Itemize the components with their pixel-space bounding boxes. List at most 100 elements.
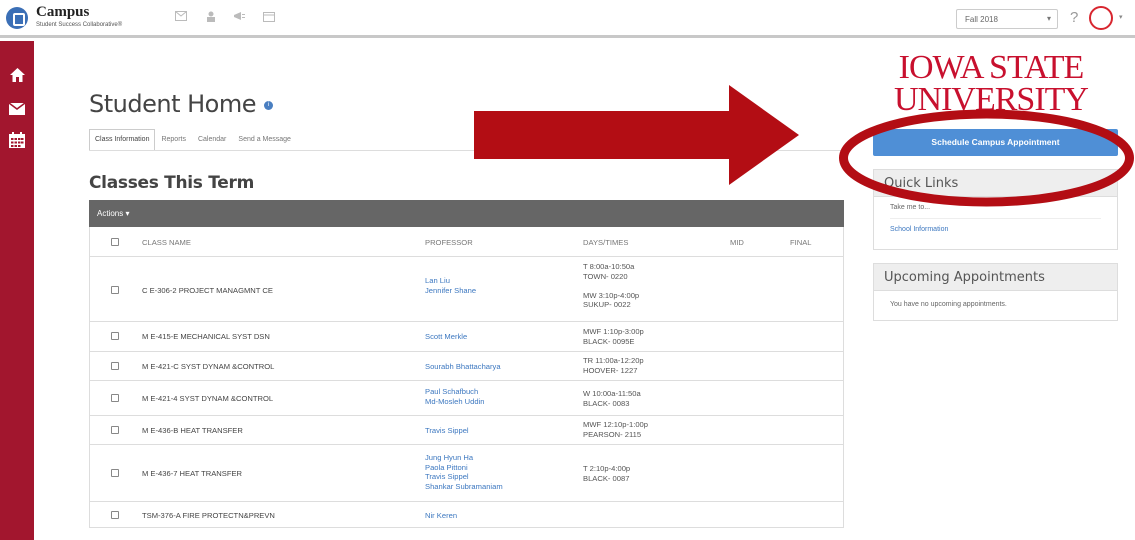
table-row[interactable]: TSM-376-A FIRE PROTECTN&PREVN Nir Keren: [90, 502, 843, 528]
professor-link[interactable]: Travis Sippel: [425, 426, 469, 436]
annotation-ellipse: [839, 109, 1134, 207]
mail-icon[interactable]: [8, 100, 26, 118]
days-times: T 2:10p-4:00p BLACK- 0087: [583, 464, 630, 483]
professor-link[interactable]: Shankar Subramaniam: [425, 482, 503, 492]
professor-link[interactable]: Md-Mosleh Uddin: [425, 397, 485, 407]
tab-class-information[interactable]: Class Information: [89, 129, 156, 151]
help-icon[interactable]: ?: [1070, 9, 1078, 26]
days-times-line: MWF 1:10p-3:00p: [583, 327, 644, 336]
days-times: MWF 1:10p-3:00p BLACK- 0095E: [583, 327, 644, 346]
brand-subtitle: Student Success Collaborative®: [36, 22, 123, 28]
professor-link[interactable]: Travis Sippel: [425, 472, 503, 482]
upcoming-appointments-panel: Upcoming Appointments You have no upcomi…: [873, 263, 1118, 321]
class-name: C E-306-2 PROJECT MANAGMNT CE: [142, 286, 273, 295]
days-times-line: T 8:00a-10:50a: [583, 262, 635, 271]
envelope-icon[interactable]: [174, 11, 188, 23]
info-icon[interactable]: i: [264, 101, 273, 110]
days-times-line: TR 11:00a-12:20p: [583, 356, 644, 365]
top-bar: Campus Student Success Collaborative® Fa…: [0, 0, 1135, 38]
table-row[interactable]: M E-415-E MECHANICAL SYST DSN Scott Merk…: [90, 322, 843, 352]
actions-bar: Actions ▾: [89, 200, 844, 227]
sidebar: [0, 41, 34, 540]
days-times: W 10:00a-11:50a BLACK- 0083: [583, 389, 641, 408]
days-times-line: TOWN- 0220: [583, 271, 628, 281]
table-row[interactable]: M E-421-C SYST DYNAM &CONTROL Sourabh Bh…: [90, 352, 843, 381]
table-row[interactable]: M E-436-B HEAT TRANSFER Travis Sippel MW…: [90, 416, 843, 445]
row-checkbox[interactable]: [111, 362, 119, 370]
school-information-link[interactable]: School Information: [890, 219, 1101, 241]
chevron-down-icon: ▾: [1046, 14, 1051, 23]
professor-link[interactable]: Paul Schafbuch: [425, 387, 485, 397]
table-row[interactable]: M E-421-4 SYST DYNAM &CONTROL Paul Schaf…: [90, 381, 843, 416]
days-times-line: SUKUP- 0022: [583, 300, 631, 309]
table-row[interactable]: M E-436-7 HEAT TRANSFER Jung Hyun Ha Pao…: [90, 445, 843, 502]
tab-bar: Class Information Reports Calendar Send …: [89, 129, 297, 151]
class-name: TSM-376-A FIRE PROTECTN&PREVN: [142, 511, 275, 520]
professor-link[interactable]: Sourabh Bhattacharya: [425, 362, 501, 372]
class-name: M E-421-C SYST DYNAM &CONTROL: [142, 362, 275, 371]
professor-list: Travis Sippel: [425, 426, 469, 436]
days-times-line: BLACK- 0087: [583, 473, 630, 483]
people-icon[interactable]: [204, 11, 218, 23]
logo-line-1: IOWA STATE: [898, 49, 1085, 86]
days-times-line: BLACK- 0083: [583, 398, 630, 408]
professor-link[interactable]: Lan Liu: [425, 276, 476, 286]
days-times-line: W 10:00a-11:50a: [583, 389, 641, 398]
row-checkbox[interactable]: [111, 426, 119, 434]
term-select-value: Fall 2018: [965, 15, 998, 24]
column-header-mid: MID: [730, 238, 744, 247]
professor-list: Nir Keren: [425, 511, 457, 521]
professor-link[interactable]: Paola Pittoni: [425, 463, 503, 473]
class-name: M E-436-B HEAT TRANSFER: [142, 426, 243, 435]
brand-name: Campus: [36, 4, 90, 20]
class-name: M E-436-7 HEAT TRANSFER: [142, 469, 243, 478]
column-header-days-times: DAYS/TIMES: [583, 238, 629, 247]
days-times-line: MW 3:10p-4:00p: [583, 290, 640, 300]
professor-list: Sourabh Bhattacharya: [425, 362, 501, 372]
megaphone-icon[interactable]: [232, 11, 246, 23]
term-select[interactable]: Fall 2018 ▾: [956, 9, 1058, 29]
table-row[interactable]: C E-306-2 PROJECT MANAGMNT CE Lan Liu Je…: [90, 257, 843, 322]
professor-list: Lan Liu Jennifer Shane: [425, 276, 476, 295]
column-header-final: FINAL: [790, 238, 812, 247]
days-times: TR 11:00a-12:20p HOOVER- 1227: [583, 356, 644, 375]
row-checkbox[interactable]: [111, 511, 119, 519]
professor-list: Paul Schafbuch Md-Mosleh Uddin: [425, 387, 485, 406]
upcoming-appointments-text: You have no upcoming appointments.: [890, 301, 1007, 308]
avatar[interactable]: [1089, 6, 1113, 30]
professor-list: Scott Merkle: [425, 332, 467, 342]
days-times-line: MWF 12:10p-1:00p: [583, 420, 648, 429]
class-name: M E-415-E MECHANICAL SYST DSN: [142, 332, 270, 341]
avatar-chevron-down-icon[interactable]: ▾: [1119, 13, 1123, 21]
professor-list: Jung Hyun Ha Paola Pittoni Travis Sippel…: [425, 453, 503, 491]
professor-link[interactable]: Scott Merkle: [425, 332, 467, 342]
professor-link[interactable]: Jung Hyun Ha: [425, 453, 503, 463]
tab-send-a-message[interactable]: Send a Message: [232, 129, 297, 151]
select-all-checkbox[interactable]: [111, 238, 119, 246]
days-times: T 8:00a-10:50a TOWN- 0220 MW 3:10p-4:00p…: [583, 262, 639, 310]
tab-calendar[interactable]: Calendar: [192, 129, 232, 151]
days-times-spacer: [583, 281, 639, 291]
column-header-class-name: CLASS NAME: [142, 238, 191, 247]
class-name: M E-421-4 SYST DYNAM &CONTROL: [142, 394, 274, 403]
row-checkbox[interactable]: [111, 394, 119, 402]
home-icon[interactable]: [8, 66, 26, 84]
row-checkbox[interactable]: [111, 332, 119, 340]
row-checkbox[interactable]: [111, 469, 119, 477]
calendar-outline-icon[interactable]: [262, 11, 276, 23]
page-title: Student Home: [89, 90, 256, 118]
days-times-line: T 2:10p-4:00p: [583, 464, 631, 473]
days-times-line: BLACK- 0095E: [583, 336, 635, 346]
professor-link[interactable]: Jennifer Shane: [425, 286, 476, 296]
days-times: MWF 12:10p-1:00p PEARSON- 2115: [583, 420, 648, 439]
campus-logo-icon[interactable]: [6, 7, 28, 29]
iowa-state-logo: IOWA STATE UNIVERSITY: [886, 49, 1096, 117]
row-checkbox[interactable]: [111, 286, 119, 294]
days-times-line: PEARSON- 2115: [583, 429, 642, 439]
calendar-icon[interactable]: [8, 131, 26, 149]
actions-dropdown[interactable]: Actions ▾: [97, 209, 129, 218]
days-times-line: HOOVER- 1227: [583, 365, 638, 375]
classes-table: CLASS NAME PROFESSOR DAYS/TIMES MID FINA…: [89, 227, 844, 528]
tab-reports[interactable]: Reports: [155, 129, 192, 151]
professor-link[interactable]: Nir Keren: [425, 511, 457, 521]
